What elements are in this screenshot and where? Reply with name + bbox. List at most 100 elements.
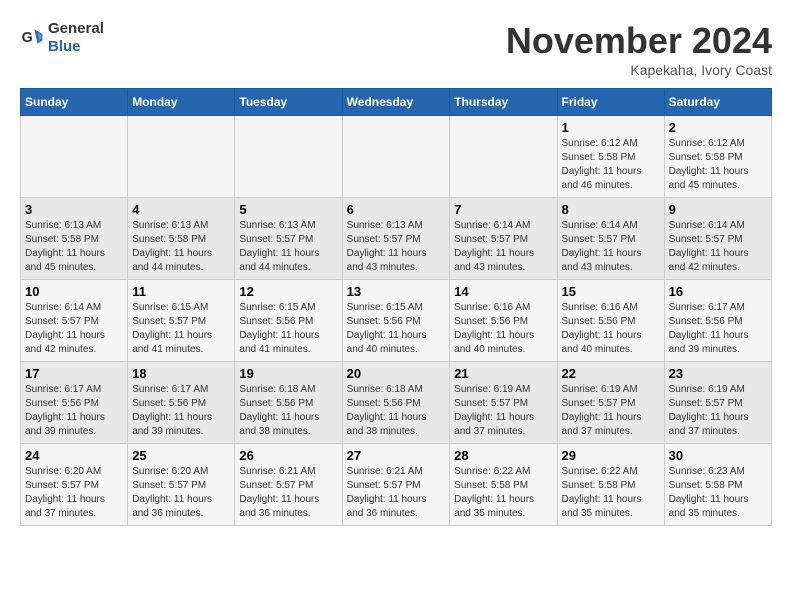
day-info: Sunrise: 6:15 AM Sunset: 5:56 PM Dayligh… xyxy=(239,301,337,357)
day-number: 13 xyxy=(347,284,446,299)
calendar-cell: 11 Sunrise: 6:15 AM Sunset: 5:57 PM Dayli… xyxy=(128,280,235,362)
day-header-monday: Monday xyxy=(128,89,235,116)
calendar-cell: 9Sunrise: 6:14 AM Sunset: 5:57 PM Daylig… xyxy=(664,198,771,280)
calendar-cell: 16Sunrise: 6:17 AM Sunset: 5:56 PM Dayli… xyxy=(664,280,771,362)
day-number: 30 xyxy=(669,448,767,463)
day-number: 26 xyxy=(239,448,337,463)
calendar-cell: 17 Sunrise: 6:17 AM Sunset: 5:56 PM Dayli… xyxy=(21,362,128,444)
day-info: Sunrise: 6:20 AM Sunset: 5:57 PM Dayligh… xyxy=(25,465,123,521)
day-number: 17 xyxy=(25,366,123,381)
day-number: 2 xyxy=(669,120,767,135)
day-info: Sunrise: 6:18 AM Sunset: 5:56 PM Dayligh… xyxy=(347,383,446,439)
day-number: 27 xyxy=(347,448,446,463)
week-row-1: 3Sunrise: 6:13 AM Sunset: 5:58 PM Daylig… xyxy=(21,198,772,280)
day-info: Sunrise: 6:18 AM Sunset: 5:56 PM Dayligh… xyxy=(239,383,337,439)
day-number: 24 xyxy=(25,448,123,463)
calendar-cell: 15 Sunrise: 6:16 AM Sunset: 5:56 PM Dayli… xyxy=(557,280,664,362)
day-number: 5 xyxy=(239,202,337,217)
day-info: Sunrise: 6:14 AM Sunset: 5:57 PM Dayligh… xyxy=(562,219,660,275)
day-number: 11 xyxy=(132,284,230,299)
day-info: Sunrise: 6:14 AM Sunset: 5:57 PM Dayligh… xyxy=(669,219,767,275)
calendar-cell: 27 Sunrise: 6:21 AM Sunset: 5:57 PM Dayli… xyxy=(342,444,450,526)
calendar-cell: 3Sunrise: 6:13 AM Sunset: 5:58 PM Daylig… xyxy=(21,198,128,280)
day-info: Sunrise: 6:12 AM Sunset: 5:58 PM Dayligh… xyxy=(669,137,767,193)
calendar-header: SundayMondayTuesdayWednesdayThursdayFrid… xyxy=(21,89,772,116)
day-number: 22 xyxy=(562,366,660,381)
day-info: Sunrise: 6:23 AM Sunset: 5:58 PM Dayligh… xyxy=(669,465,767,521)
day-info: Sunrise: 6:17 AM Sunset: 5:56 PM Dayligh… xyxy=(25,383,123,439)
day-header-sunday: Sunday xyxy=(21,89,128,116)
week-row-0: 1 Sunrise: 6:12 AM Sunset: 5:58 PM Daylig… xyxy=(21,116,772,198)
calendar-cell xyxy=(21,116,128,198)
day-info: Sunrise: 6:16 AM Sunset: 5:56 PM Dayligh… xyxy=(454,301,552,357)
logo-icon: G xyxy=(20,26,44,50)
day-info: Sunrise: 6:19 AM Sunset: 5:57 PM Dayligh… xyxy=(454,383,552,439)
day-info: Sunrise: 6:16 AM Sunset: 5:56 PM Dayligh… xyxy=(562,301,660,357)
calendar-cell xyxy=(128,116,235,198)
logo: G General Blue xyxy=(20,20,104,56)
page-header: G General Blue November 2024 Kapekaha, I… xyxy=(20,20,772,78)
day-info: Sunrise: 6:13 AM Sunset: 5:57 PM Dayligh… xyxy=(239,219,337,275)
logo-general: General xyxy=(48,20,104,37)
location: Kapekaha, Ivory Coast xyxy=(506,62,772,78)
calendar-cell: 23Sunrise: 6:19 AM Sunset: 5:57 PM Dayli… xyxy=(664,362,771,444)
day-info: Sunrise: 6:14 AM Sunset: 5:57 PM Dayligh… xyxy=(25,301,123,357)
day-number: 21 xyxy=(454,366,552,381)
day-info: Sunrise: 6:21 AM Sunset: 5:57 PM Dayligh… xyxy=(347,465,446,521)
week-row-2: 10 Sunrise: 6:14 AM Sunset: 5:57 PM Dayli… xyxy=(21,280,772,362)
calendar-cell: 18Sunrise: 6:17 AM Sunset: 5:56 PM Dayli… xyxy=(128,362,235,444)
calendar-cell: 21 Sunrise: 6:19 AM Sunset: 5:57 PM Dayli… xyxy=(450,362,557,444)
calendar-cell: 4Sunrise: 6:13 AM Sunset: 5:58 PM Daylig… xyxy=(128,198,235,280)
day-info: Sunrise: 6:22 AM Sunset: 5:58 PM Dayligh… xyxy=(454,465,552,521)
day-info: Sunrise: 6:17 AM Sunset: 5:56 PM Dayligh… xyxy=(669,301,767,357)
day-number: 15 xyxy=(562,284,660,299)
day-number: 12 xyxy=(239,284,337,299)
calendar-cell: 12 Sunrise: 6:15 AM Sunset: 5:56 PM Dayli… xyxy=(235,280,342,362)
calendar-cell: 19 Sunrise: 6:18 AM Sunset: 5:56 PM Dayli… xyxy=(235,362,342,444)
day-info: Sunrise: 6:13 AM Sunset: 5:57 PM Dayligh… xyxy=(347,219,446,275)
calendar-cell: 7Sunrise: 6:14 AM Sunset: 5:57 PM Daylig… xyxy=(450,198,557,280)
day-number: 18 xyxy=(132,366,230,381)
day-number: 1 xyxy=(562,120,660,135)
day-info: Sunrise: 6:20 AM Sunset: 5:57 PM Dayligh… xyxy=(132,465,230,521)
day-number: 4 xyxy=(132,202,230,217)
day-info: Sunrise: 6:15 AM Sunset: 5:57 PM Dayligh… xyxy=(132,301,230,357)
day-info: Sunrise: 6:14 AM Sunset: 5:57 PM Dayligh… xyxy=(454,219,552,275)
day-number: 20 xyxy=(347,366,446,381)
calendar-cell xyxy=(235,116,342,198)
calendar-cell: 14Sunrise: 6:16 AM Sunset: 5:56 PM Dayli… xyxy=(450,280,557,362)
week-row-4: 24 Sunrise: 6:20 AM Sunset: 5:57 PM Dayli… xyxy=(21,444,772,526)
calendar-cell: 6Sunrise: 6:13 AM Sunset: 5:57 PM Daylig… xyxy=(342,198,450,280)
calendar-cell: 25 Sunrise: 6:20 AM Sunset: 5:57 PM Dayli… xyxy=(128,444,235,526)
calendar-table: SundayMondayTuesdayWednesdayThursdayFrid… xyxy=(20,88,772,526)
day-number: 29 xyxy=(562,448,660,463)
day-number: 10 xyxy=(25,284,123,299)
month-title: November 2024 xyxy=(506,20,772,62)
calendar-cell: 24 Sunrise: 6:20 AM Sunset: 5:57 PM Dayli… xyxy=(21,444,128,526)
day-number: 8 xyxy=(562,202,660,217)
day-header-tuesday: Tuesday xyxy=(235,89,342,116)
logo-blue: Blue xyxy=(48,38,81,55)
day-header-friday: Friday xyxy=(557,89,664,116)
calendar-cell: 29 Sunrise: 6:22 AM Sunset: 5:58 PM Dayli… xyxy=(557,444,664,526)
calendar-cell: 26 Sunrise: 6:21 AM Sunset: 5:57 PM Dayli… xyxy=(235,444,342,526)
day-number: 19 xyxy=(239,366,337,381)
calendar-cell: 20 Sunrise: 6:18 AM Sunset: 5:56 PM Dayli… xyxy=(342,362,450,444)
day-info: Sunrise: 6:22 AM Sunset: 5:58 PM Dayligh… xyxy=(562,465,660,521)
day-info: Sunrise: 6:19 AM Sunset: 5:57 PM Dayligh… xyxy=(562,383,660,439)
calendar-body: 1 Sunrise: 6:12 AM Sunset: 5:58 PM Daylig… xyxy=(21,116,772,526)
calendar-cell: 10 Sunrise: 6:14 AM Sunset: 5:57 PM Dayli… xyxy=(21,280,128,362)
calendar-cell: 1Sunrise: 6:12 AM Sunset: 5:58 PM Daylig… xyxy=(557,116,664,198)
day-number: 25 xyxy=(132,448,230,463)
calendar-cell: 5 Sunrise: 6:13 AM Sunset: 5:57 PM Daylig… xyxy=(235,198,342,280)
calendar-cell: 2 Sunrise: 6:12 AM Sunset: 5:58 PM Daylig… xyxy=(664,116,771,198)
day-info: Sunrise: 6:21 AM Sunset: 5:57 PM Dayligh… xyxy=(239,465,337,521)
calendar-cell: 8 Sunrise: 6:14 AM Sunset: 5:57 PM Daylig… xyxy=(557,198,664,280)
day-header-thursday: Thursday xyxy=(450,89,557,116)
day-number: 28 xyxy=(454,448,552,463)
day-info: Sunrise: 6:13 AM Sunset: 5:58 PM Dayligh… xyxy=(25,219,123,275)
logo-wordmark: General Blue xyxy=(48,20,104,56)
day-header-wednesday: Wednesday xyxy=(342,89,450,116)
calendar-cell: 22 Sunrise: 6:19 AM Sunset: 5:57 PM Dayli… xyxy=(557,362,664,444)
calendar-cell: 30 Sunrise: 6:23 AM Sunset: 5:58 PM Dayli… xyxy=(664,444,771,526)
